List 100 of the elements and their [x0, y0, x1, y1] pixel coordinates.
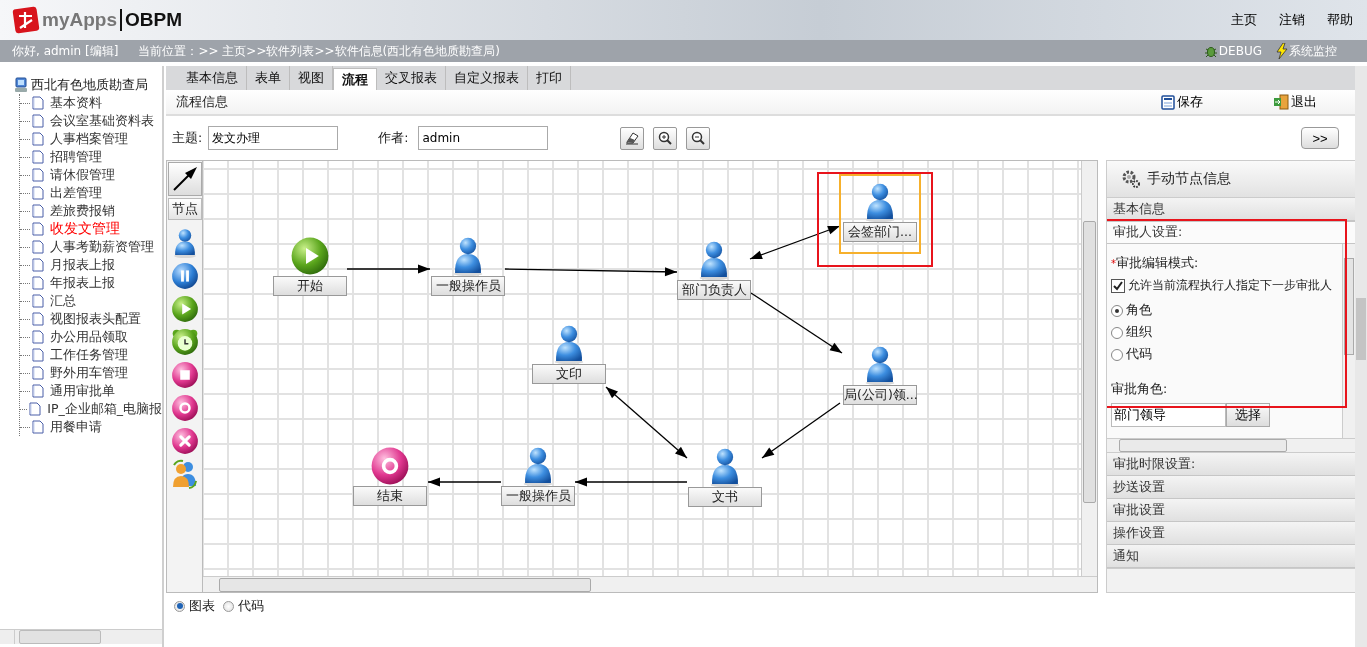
node-label[interactable]: 部门负责人: [677, 280, 751, 300]
target-icon[interactable]: [370, 446, 410, 486]
flow-node[interactable]: 一般操作员: [431, 232, 505, 296]
node-label[interactable]: 一般操作员: [501, 486, 575, 506]
radio-button[interactable]: [1111, 304, 1123, 317]
palette-label: 节点: [167, 198, 202, 220]
play-icon[interactable]: [170, 294, 199, 323]
flow-node[interactable]: 文书: [688, 443, 762, 507]
document-icon: [32, 204, 44, 218]
connector-arrow[interactable]: [749, 225, 841, 260]
connector-arrow[interactable]: [346, 264, 431, 274]
section-header[interactable]: 审批人设置:: [1107, 221, 1355, 244]
tree-item[interactable]: 招聘管理: [50, 148, 102, 166]
person-icon[interactable]: [521, 446, 555, 486]
node-label[interactable]: 结束: [353, 486, 427, 506]
flow-node[interactable]: 会签部门...: [843, 178, 917, 250]
node-label[interactable]: 文印: [532, 364, 606, 384]
flow-node[interactable]: 开始: [273, 232, 347, 296]
tree-item[interactable]: 出差管理: [50, 184, 102, 202]
flow-node[interactable]: 一般操作员: [501, 442, 575, 506]
save-button[interactable]: 保存: [1161, 93, 1203, 111]
subject-field[interactable]: 发文办理: [208, 126, 339, 150]
tree-item[interactable]: 基本资料: [50, 94, 102, 112]
eraser-button[interactable]: [620, 126, 645, 150]
exit-button[interactable]: 退出: [1273, 93, 1317, 111]
vertical-scrollbar[interactable]: [1355, 66, 1367, 647]
tree-item[interactable]: 人事档案管理: [50, 130, 128, 148]
breadcrumb-text: 当前位置：>> 主页>>软件列表>>软件信息(西北有色地质勘查局): [138, 42, 500, 60]
tree-item[interactable]: 通用审批单: [50, 382, 115, 400]
radio-label: 组织: [1126, 324, 1152, 341]
flow-node[interactable]: 部门负责人: [677, 236, 751, 300]
tree-item[interactable]: 用餐申请: [50, 418, 102, 436]
connector-arrow[interactable]: [574, 477, 688, 487]
alarm-clock-icon[interactable]: [170, 327, 199, 356]
connector-tool-button[interactable]: [167, 162, 202, 196]
person-icon[interactable]: [451, 236, 485, 276]
tree-item[interactable]: 人事考勤薪资管理: [50, 238, 154, 256]
tree-item[interactable]: 工作任务管理: [50, 346, 128, 364]
radio-button[interactable]: [1111, 326, 1123, 339]
connector-arrow[interactable]: [427, 477, 502, 487]
tree-item[interactable]: 差旅费报销: [50, 202, 115, 220]
tab[interactable]: 流程: [333, 68, 377, 90]
horizontal-scrollbar[interactable]: [0, 629, 162, 644]
document-icon: [32, 330, 44, 344]
connector-arrow[interactable]: [750, 292, 843, 354]
tree-item[interactable]: 办公用品领取: [50, 328, 128, 346]
connector-arrow[interactable]: [761, 402, 841, 459]
tree-item[interactable]: 收发文管理: [50, 220, 120, 238]
flow-node[interactable]: 文印: [532, 320, 606, 384]
stop-icon[interactable]: [170, 360, 199, 389]
tree-item[interactable]: 年报表上报: [50, 274, 115, 292]
connector-arrow[interactable]: [504, 267, 678, 277]
node-label[interactable]: 开始: [273, 276, 347, 296]
tree-item[interactable]: 野外用车管理: [50, 364, 128, 382]
tree-item[interactable]: 请休假管理: [50, 166, 115, 184]
person-icon[interactable]: [863, 345, 897, 385]
tree-item[interactable]: 月报表上报: [50, 256, 115, 274]
close-circle-icon[interactable]: [170, 426, 199, 455]
required-mark: *: [1111, 258, 1116, 269]
tree-item[interactable]: 视图报表头配置: [50, 310, 141, 328]
header-link[interactable]: 主页: [1231, 11, 1257, 29]
tree-root-label[interactable]: 西北有色地质勘查局: [31, 76, 148, 94]
flow-node[interactable]: 结束: [353, 442, 427, 506]
flow-node[interactable]: 局(公司)领...: [843, 341, 917, 405]
play-icon[interactable]: [290, 236, 330, 276]
horizontal-scrollbar[interactable]: [1107, 438, 1355, 452]
tree-item[interactable]: 汇总: [50, 292, 76, 310]
node-label[interactable]: 一般操作员: [431, 276, 505, 296]
zoom-in-button[interactable]: [653, 126, 678, 150]
document-icon: [32, 240, 44, 254]
pause-icon[interactable]: [170, 261, 199, 290]
target-icon[interactable]: [170, 393, 199, 422]
role-field[interactable]: 部门领导: [1111, 403, 1226, 427]
vertical-scrollbar[interactable]: [1081, 161, 1097, 576]
person-icon[interactable]: [697, 240, 731, 280]
node-label[interactable]: 局(公司)领...: [843, 385, 917, 405]
select-button[interactable]: 选择: [1226, 403, 1270, 427]
person-icon[interactable]: [552, 324, 586, 364]
person-icon[interactable]: [708, 447, 742, 487]
zoom-out-button[interactable]: [686, 126, 711, 150]
radio-label: 代码: [238, 597, 264, 615]
document-icon: [32, 114, 44, 128]
node-label[interactable]: 文书: [688, 487, 762, 507]
radio-button[interactable]: [223, 600, 234, 612]
checkbox[interactable]: [1111, 278, 1125, 293]
tree-item[interactable]: IP_企业邮箱_电脑报: [47, 400, 162, 418]
expand-button[interactable]: >>: [1301, 127, 1339, 149]
header-link[interactable]: 帮助: [1327, 11, 1353, 29]
node-label[interactable]: 会签部门...: [843, 222, 917, 242]
people-icon[interactable]: [170, 458, 199, 489]
radio-button[interactable]: [174, 600, 185, 612]
radio-button[interactable]: [1111, 348, 1123, 361]
connector-arrow[interactable]: [605, 386, 688, 459]
tree-item[interactable]: 会议室基础资料表: [50, 112, 154, 130]
horizontal-scrollbar[interactable]: [203, 576, 1097, 592]
field-label: 作者:: [378, 129, 409, 147]
header-link[interactable]: 注销: [1279, 11, 1305, 29]
person-icon[interactable]: [863, 182, 897, 222]
computer-icon: [14, 77, 28, 93]
author-field[interactable]: admin: [418, 126, 549, 150]
